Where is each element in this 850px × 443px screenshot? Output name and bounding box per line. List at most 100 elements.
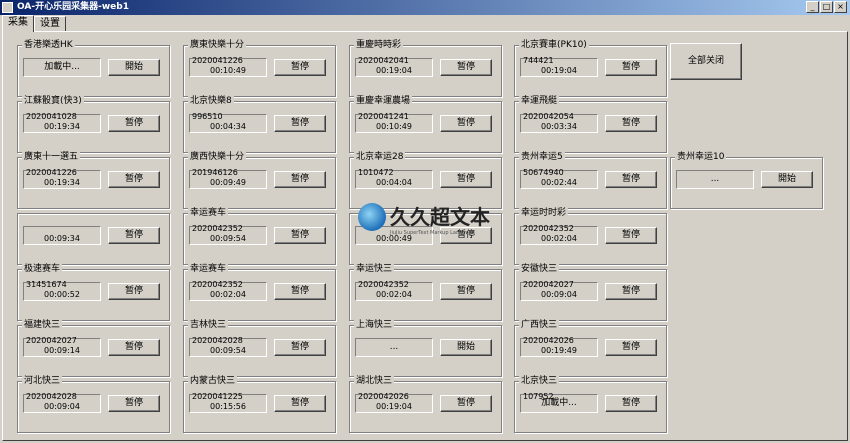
status-display: 2020042026 00:19:04 bbox=[355, 392, 433, 413]
issue-number: 2020042352 bbox=[192, 280, 243, 289]
status-display: 2020042041 00:19:04 bbox=[355, 56, 433, 77]
issue-number: 2020041225 bbox=[192, 392, 243, 401]
app-icon bbox=[2, 2, 13, 13]
toggle-button[interactable]: 暂停 bbox=[274, 283, 326, 300]
status-display: ... bbox=[355, 338, 433, 357]
close-all-button[interactable]: 全部关闭 bbox=[670, 43, 742, 80]
lottery-group: 贵州幸运5 50674940 00:02:44 暂停 bbox=[514, 152, 667, 209]
lottery-group: 北京幸运28 1010472 00:04:04 暂停 bbox=[349, 152, 502, 209]
countdown-timer: 00:15:56 bbox=[210, 402, 246, 411]
issue-number: 2020041028 bbox=[26, 112, 77, 121]
group-title: 江蘇骰寶(快3) bbox=[22, 96, 84, 107]
issue-number: 2020042028 bbox=[26, 392, 77, 401]
countdown-timer: 00:09:54 bbox=[210, 234, 246, 243]
countdown-timer: 00:02:44 bbox=[541, 178, 577, 187]
group-title: 北京幸运28 bbox=[354, 152, 406, 163]
status-display: 107952 加載中... bbox=[520, 392, 598, 413]
issue-number: 31451674 bbox=[26, 280, 67, 289]
tab-collect[interactable]: 采集 bbox=[2, 15, 34, 32]
group-title: 内蒙古快三 bbox=[188, 376, 238, 387]
lottery-group: 北京賽車(PK10) 744421 00:19:04 暂停 bbox=[514, 40, 667, 97]
status-display: 2020042352 00:02:04 bbox=[355, 280, 433, 301]
lottery-group: 重慶時時彩 2020042041 00:19:04 暂停 bbox=[349, 40, 502, 97]
group-title: 贵州幸运5 bbox=[519, 152, 565, 163]
lottery-group: 吉林快三 2020042028 00:09:54 暂停 bbox=[183, 320, 336, 377]
issue-number: 2020042041 bbox=[358, 56, 409, 65]
toggle-button[interactable]: 暂停 bbox=[108, 227, 160, 244]
countdown-timer: 00:19:04 bbox=[376, 402, 412, 411]
countdown-timer: 00:10:49 bbox=[376, 122, 412, 131]
toggle-button[interactable]: 暂停 bbox=[605, 59, 657, 76]
status-display: 00:09:34 bbox=[23, 226, 101, 245]
maximize-icon[interactable]: □ bbox=[820, 1, 833, 13]
minimize-icon[interactable]: _ bbox=[806, 1, 819, 13]
toggle-button[interactable]: 暂停 bbox=[108, 395, 160, 412]
lottery-group: 湖北快三 2020042026 00:19:04 暂停 bbox=[349, 376, 502, 433]
toggle-button[interactable]: 暂停 bbox=[108, 171, 160, 188]
group-title: 重慶時時彩 bbox=[354, 40, 404, 51]
toggle-button[interactable]: 暂停 bbox=[274, 227, 326, 244]
toggle-button[interactable]: 暂停 bbox=[440, 59, 492, 76]
group-title: 廣東快樂十分 bbox=[188, 40, 247, 51]
countdown-timer: 00:19:34 bbox=[44, 178, 80, 187]
group-title: 幸運飛艇 bbox=[519, 96, 560, 107]
tab-bar: 采集 设置 bbox=[0, 15, 850, 32]
toggle-button[interactable]: 暂停 bbox=[274, 171, 326, 188]
status-display: 2020041241 00:10:49 bbox=[355, 112, 433, 133]
countdown-timer: 00:00:52 bbox=[44, 290, 80, 299]
toggle-button[interactable]: 暂停 bbox=[605, 171, 657, 188]
status-display: 996510 00:04:34 bbox=[189, 112, 267, 133]
window-title: OA-开心乐园采集器-web1 bbox=[17, 2, 129, 12]
countdown-timer: 00:19:04 bbox=[376, 66, 412, 75]
toggle-button[interactable]: 暂停 bbox=[440, 115, 492, 132]
countdown-timer: 00:10:49 bbox=[210, 66, 246, 75]
countdown-timer: 00:09:34 bbox=[44, 234, 80, 243]
countdown-timer: 00:09:04 bbox=[541, 290, 577, 299]
toggle-button[interactable]: 暂停 bbox=[440, 395, 492, 412]
countdown-timer: 00:19:49 bbox=[541, 346, 577, 355]
toggle-button[interactable]: 開始 bbox=[440, 339, 492, 356]
tab-settings[interactable]: 设置 bbox=[34, 16, 66, 31]
toggle-button[interactable]: 暂停 bbox=[440, 283, 492, 300]
countdown-timer: 00:19:34 bbox=[44, 122, 80, 131]
toggle-button[interactable]: 暂停 bbox=[108, 115, 160, 132]
status-text: ... bbox=[389, 342, 399, 352]
countdown-timer: 00:02:04 bbox=[541, 234, 577, 243]
group-title: 广西快三 bbox=[519, 320, 560, 331]
group-title: 吉林快三 bbox=[188, 320, 229, 331]
toggle-button[interactable]: 暂停 bbox=[108, 339, 160, 356]
lottery-group: 极速赛车 31451674 00:00:52 暂停 bbox=[17, 264, 170, 321]
lottery-group: 幸运赛车 2020042352 00:09:54 暂停 bbox=[183, 208, 336, 265]
status-display: 31451674 00:00:52 bbox=[23, 280, 101, 301]
status-display: 2020041225 00:15:56 bbox=[189, 392, 267, 413]
toggle-button[interactable]: 暂停 bbox=[274, 339, 326, 356]
toggle-button[interactable]: 暂停 bbox=[440, 171, 492, 188]
toggle-button[interactable]: 暂停 bbox=[605, 339, 657, 356]
toggle-button[interactable]: 暂停 bbox=[605, 115, 657, 132]
issue-number: 2020042054 bbox=[523, 112, 574, 121]
toggle-button[interactable]: 暂停 bbox=[605, 283, 657, 300]
toggle-button[interactable]: 暂停 bbox=[274, 395, 326, 412]
countdown-timer: 00:02:04 bbox=[376, 290, 412, 299]
group-title: 贵州幸运10 bbox=[675, 152, 727, 163]
toggle-button[interactable]: 暂停 bbox=[274, 59, 326, 76]
issue-number: 2020041226 bbox=[26, 168, 77, 177]
status-text: 加載中... bbox=[44, 62, 80, 72]
toggle-button[interactable]: 暂停 bbox=[274, 115, 326, 132]
close-icon[interactable]: × bbox=[834, 1, 847, 13]
status-display: 2020042027 00:09:14 bbox=[23, 336, 101, 357]
group-title: 福建快三 bbox=[22, 320, 63, 331]
toggle-button[interactable]: 暂停 bbox=[108, 283, 160, 300]
group-title: 北京賽車(PK10) bbox=[519, 40, 589, 51]
toggle-button[interactable]: 開始 bbox=[108, 59, 160, 76]
issue-number: 2020042352 bbox=[192, 224, 243, 233]
status-display: 2020041028 00:19:34 bbox=[23, 112, 101, 133]
lottery-group: 安徽快三 2020042027 00:09:04 暂停 bbox=[514, 264, 667, 321]
toggle-button[interactable]: 暂停 bbox=[605, 395, 657, 412]
issue-number: 2020042027 bbox=[523, 280, 574, 289]
toggle-button[interactable]: 暂停 bbox=[605, 227, 657, 244]
toggle-button[interactable]: 開始 bbox=[761, 171, 813, 188]
status-display: 744421 00:19:04 bbox=[520, 56, 598, 77]
issue-number: 1010472 bbox=[358, 168, 394, 177]
group-title: 安徽快三 bbox=[519, 264, 560, 275]
